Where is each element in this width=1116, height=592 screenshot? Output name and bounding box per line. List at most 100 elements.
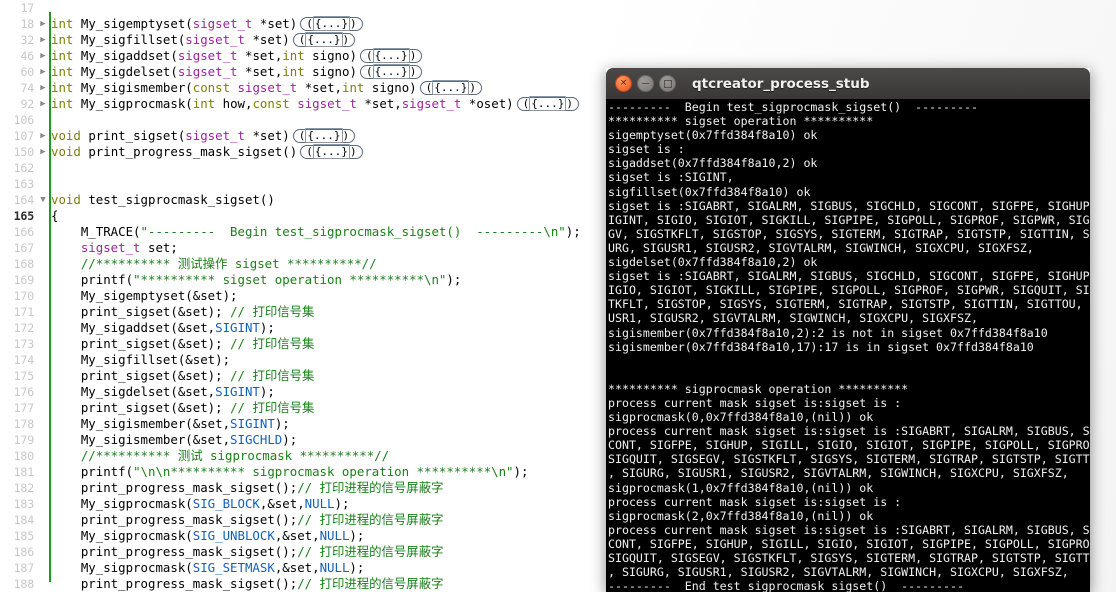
code-text: print_progress_mask_sigset();// 打印进程的信号屏… [80, 576, 444, 591]
code-line[interactable]: 17 [0, 0, 600, 16]
fold-closed-icon[interactable]: ▶ [37, 144, 49, 160]
code-line[interactable]: 179 My_sigismember(&set,SIGCHLD); [0, 432, 600, 448]
code-line[interactable]: 172 My_sigaddset(&set,SIGINT); [0, 320, 600, 336]
line-number: 107 [13, 129, 35, 143]
fold-open-icon[interactable]: ▼ [37, 192, 49, 208]
code-line[interactable]: 46 ▶ int My_sigaddset(sigset_t *set,int si… [0, 48, 600, 64]
code-text: My_sigismember(&set,SIGINT); [80, 416, 290, 431]
terminal-line: ********** sigprocmask operation *******… [608, 381, 909, 396]
fold-closed-icon[interactable]: ▶ [37, 16, 49, 32]
code-line[interactable]: 186 print_progress_mask_sigset();// 打印进程… [0, 544, 600, 560]
code-line[interactable]: 185 My_sigprocmask(SIG_UNBLOCK,&set,NULL… [0, 528, 600, 544]
code-line[interactable]: 173 print_sigset(&set); // 打印信号集 [0, 336, 600, 352]
code-line[interactable]: 92 ▶ int My_sigprocmask(int how,const sigs… [0, 96, 600, 112]
line-number: 178 [13, 417, 35, 431]
code-line[interactable]: 168 //********** 测试操作 sigset **********/… [0, 256, 600, 272]
code-line[interactable]: 32 ▶ int My_sigfillset(sigset_t *set)({...… [0, 32, 600, 48]
code-line[interactable]: 107 ▶ void print_sigset(sigset_t *set)({..… [0, 128, 600, 144]
terminal-line: sigset is :SIGABRT, SIGALRM, SIGBUS, SIG… [608, 269, 1090, 284]
code-line[interactable]: 188 print_progress_mask_sigset();// 打印进程… [0, 576, 600, 592]
minimize-icon[interactable] [637, 75, 654, 92]
code-line[interactable]: 18 ▶ int My_sigemptyset(sigset_t *set)({..… [0, 16, 600, 32]
code-line[interactable]: 184 print_progress_mask_sigset();// 打印进程… [0, 512, 600, 528]
code-line[interactable]: 176 My_sigdelset(&set,SIGINT); [0, 384, 600, 400]
code-line[interactable]: 166 M_TRACE("--------- Begin test_sigpro… [0, 224, 600, 240]
code-text: print_sigset(&set); // 打印信号集 [80, 368, 315, 383]
line-number: 150 [13, 145, 35, 159]
terminal-line: TKFLT, SIGSTOP, SIGSYS, SIGTERM, SIGTRAP… [608, 297, 1090, 312]
terminal-line: --------- Begin test_sigprocmask_sigset(… [608, 100, 978, 114]
code-text: { [51, 208, 59, 223]
code-line[interactable]: 60 ▶ int My_sigdelset(sigset_t *set,int si… [0, 64, 600, 80]
code-text: print_sigset(&set); // 打印信号集 [80, 400, 315, 415]
code-line[interactable]: 181 printf("\n\n********** sigprocmask o… [0, 464, 600, 480]
code-line[interactable]: 182 print_progress_mask_sigset();// 打印进程… [0, 480, 600, 496]
line-number: 187 [13, 561, 35, 575]
code-line[interactable]: 74 ▶ int My_sigismember(const sigset_t *se… [0, 80, 600, 96]
line-number: 106 [13, 113, 35, 127]
terminal-line: sigemptyset(0x7ffd384f8a10) ok [608, 128, 818, 143]
code-text: //********** 测试操作 sigset **********// [80, 256, 377, 271]
line-number: 166 [13, 225, 35, 239]
line-number: 168 [13, 257, 35, 271]
code-line[interactable]: 106 [0, 112, 600, 128]
fold-closed-icon[interactable]: ▶ [37, 80, 49, 96]
code-text: printf("\n\n********** sigprocmask opera… [80, 464, 529, 479]
line-number: 169 [13, 273, 35, 287]
code-line[interactable]: 169 printf("********** sigset operation … [0, 272, 600, 288]
terminal-line: sigismember(0x7ffd384f8a10,2):2 is not i… [608, 325, 1048, 340]
maximize-icon[interactable] [659, 75, 676, 92]
terminal-line: sigdelset(0x7ffd384f8a10,2) ok [608, 255, 818, 270]
code-line[interactable]: 187 My_sigprocmask(SIG_SETMASK,&set,NULL… [0, 560, 600, 576]
terminal-line: URG, SIGUSR1, SIGUSR2, SIGVTALRM, SIGWIN… [608, 240, 1034, 255]
line-number: 60 [20, 65, 34, 79]
terminal-line: sigismember(0x7ffd384f8a10,17):17 is in … [608, 339, 1034, 354]
code-line[interactable]: 170 My_sigemptyset(&set); [0, 288, 600, 304]
line-number: 176 [13, 385, 35, 399]
terminal-line: process current mask sigset is:sigset is… [608, 424, 1090, 439]
line-number: 163 [13, 177, 35, 191]
code-line[interactable]: 180 //********** 测试 sigprocmask ********… [0, 448, 600, 464]
code-text: void print_sigset(sigset_t *set)({...}) [51, 128, 356, 144]
code-line[interactable]: 171 print_sigset(&set); // 打印信号集 [0, 304, 600, 320]
code-line[interactable]: 162 [0, 160, 600, 176]
terminal-output[interactable]: --------- Begin test_sigprocmask_sigset(… [606, 99, 1090, 592]
code-text: print_sigset(&set); // 打印信号集 [80, 304, 315, 319]
code-line[interactable]: 175 print_sigset(&set); // 打印信号集 [0, 368, 600, 384]
fold-closed-icon[interactable]: ▶ [37, 48, 49, 64]
line-number: 167 [13, 241, 35, 255]
code-line[interactable]: 174 My_sigfillset(&set); [0, 352, 600, 368]
terminal-line: sigprocmask(2,0x7ffd384f8a10,(nil)) ok [608, 508, 874, 523]
line-number: 172 [13, 321, 35, 335]
fold-closed-icon[interactable]: ▶ [37, 128, 49, 144]
code-text: M_TRACE("--------- Begin test_sigprocmas… [80, 224, 581, 239]
code-line[interactable]: 165 { [0, 208, 600, 224]
fold-closed-icon[interactable]: ▶ [37, 96, 49, 112]
terminal-line: sigprocmask(1,0x7ffd384f8a10,(nil)) ok [608, 480, 874, 495]
code-text: void print_progress_mask_sigset()({...}) [51, 144, 363, 160]
line-number: 174 [13, 353, 35, 367]
terminal-window[interactable]: × qtcreator_process_stub --------- Begin… [606, 68, 1090, 592]
code-line[interactable]: 163 [0, 176, 600, 192]
code-text: My_sigaddset(&set,SIGINT); [80, 320, 275, 335]
code-line[interactable]: 150 ▶ void print_progress_mask_sigset()({.… [0, 144, 600, 160]
code-text: My_sigdelset(&set,SIGINT); [80, 384, 275, 399]
code-line[interactable]: 164 ▼ void test_sigprocmask_sigset() [0, 192, 600, 208]
terminal-titlebar[interactable]: × qtcreator_process_stub [606, 68, 1090, 99]
terminal-line: SIGQUIT, SIGSEGV, SIGSTKFLT, SIGSYS, SIG… [608, 452, 1090, 467]
code-line-list[interactable]: 17 18 ▶ int My_sigemptyset(sigset_t *set)({… [0, 0, 600, 592]
line-number: 46 [20, 49, 34, 63]
code-line[interactable]: 183 My_sigprocmask(SIG_BLOCK,&set,NULL); [0, 496, 600, 512]
line-number: 185 [13, 529, 35, 543]
code-line[interactable]: 178 My_sigismember(&set,SIGINT); [0, 416, 600, 432]
line-number: 92 [20, 97, 34, 111]
code-editor[interactable]: 17 18 ▶ int My_sigemptyset(sigset_t *set)({… [0, 0, 600, 592]
line-number: 17 [20, 1, 34, 15]
terminal-line: , SIGURG, SIGUSR1, SIGUSR2, SIGVTALRM, S… [608, 565, 1069, 580]
fold-closed-icon[interactable]: ▶ [37, 32, 49, 48]
fold-closed-icon[interactable]: ▶ [37, 64, 49, 80]
code-line[interactable]: 167 sigset_t set; [0, 240, 600, 256]
code-line[interactable]: 177 print_sigset(&set); // 打印信号集 [0, 400, 600, 416]
close-icon[interactable]: × [615, 75, 632, 92]
